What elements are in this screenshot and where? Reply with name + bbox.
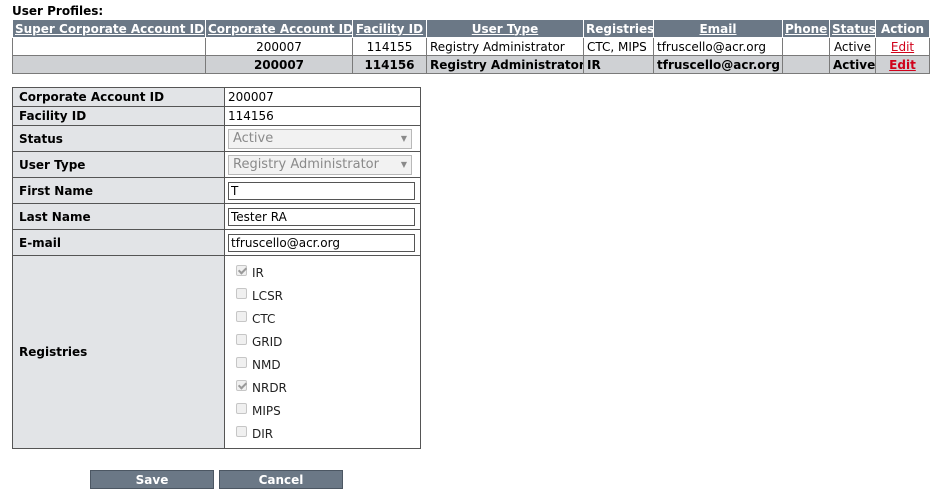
header-corporate-account-id[interactable]: Corporate Account ID xyxy=(205,19,353,38)
registry-option-ir: IR xyxy=(236,261,417,284)
registry-checkbox-ir[interactable] xyxy=(236,264,247,276)
cell-status: Active xyxy=(829,55,876,74)
cell-phone xyxy=(782,55,830,74)
header-registries: Registries xyxy=(583,19,654,38)
registry-label: DIR xyxy=(252,426,274,441)
edit-link[interactable]: Edit xyxy=(889,58,916,72)
registry-label: IR xyxy=(252,265,264,280)
corp-id-value: 200007 xyxy=(224,87,421,107)
header-super-corporate-account-id[interactable]: Super Corporate Account ID xyxy=(12,19,206,38)
header-facility-id[interactable]: Facility ID xyxy=(352,19,427,38)
cell-user-type: Registry Administrator xyxy=(426,37,584,56)
email-input[interactable] xyxy=(228,233,415,252)
cell-corp-id: 200007 xyxy=(205,37,353,56)
cell-action: Edit xyxy=(875,55,930,74)
chevron-down-icon: ▼ xyxy=(400,134,407,143)
registry-checkbox-nrdr[interactable] xyxy=(236,379,247,391)
registry-label: LCSR xyxy=(252,288,284,303)
corp-id-label: Corporate Account ID xyxy=(12,87,225,107)
first-name-input[interactable] xyxy=(228,181,415,200)
user-profiles-table: Super Corporate Account ID Corporate Acc… xyxy=(12,19,930,74)
cell-super-corp-id xyxy=(12,55,206,74)
status-select-value: Active xyxy=(233,131,274,146)
facility-id-value: 114156 xyxy=(224,106,421,126)
table-row-selected: 200007 114156 Registry Administrator IR … xyxy=(12,55,930,74)
facility-id-label: Facility ID xyxy=(12,106,225,126)
header-action: Action xyxy=(875,19,930,38)
header-status[interactable]: Status xyxy=(829,19,876,38)
registry-checkbox-ctc[interactable] xyxy=(236,310,247,322)
section-title: User Profiles: xyxy=(12,4,104,18)
user-type-select[interactable]: Registry Administrator ▼ xyxy=(228,154,412,175)
first-name-label: First Name xyxy=(12,177,225,204)
registry-label: NMD xyxy=(252,357,281,372)
chevron-down-icon: ▼ xyxy=(400,160,407,169)
first-name-cell xyxy=(224,177,421,204)
cell-phone xyxy=(782,37,830,56)
user-type-label: User Type xyxy=(12,151,225,178)
cell-super-corp-id xyxy=(12,37,206,56)
registry-checkbox-mips[interactable] xyxy=(236,402,247,414)
cell-user-type: Registry Administrator xyxy=(426,55,584,74)
last-name-cell xyxy=(224,203,421,230)
registry-label: CTC xyxy=(252,311,276,326)
cell-registries: IR xyxy=(583,55,654,74)
registry-option-dir: DIR xyxy=(236,422,417,445)
last-name-input[interactable] xyxy=(228,207,415,226)
status-label: Status xyxy=(12,125,225,152)
user-type-cell: Registry Administrator ▼ xyxy=(224,151,421,178)
registry-option-mips: MIPS xyxy=(236,399,417,422)
registry-option-ctc: CTC xyxy=(236,307,417,330)
cell-facility-id: 114155 xyxy=(352,37,427,56)
save-button[interactable]: Save xyxy=(90,470,214,489)
cell-email: tfruscello@acr.org xyxy=(653,55,783,74)
cell-facility-id: 114156 xyxy=(352,55,427,74)
status-select[interactable]: Active ▼ xyxy=(228,128,412,149)
table-header-row: Super Corporate Account ID Corporate Acc… xyxy=(12,19,930,38)
cancel-button[interactable]: Cancel xyxy=(219,470,343,489)
table-row: 200007 114155 Registry Administrator CTC… xyxy=(12,37,930,56)
header-email[interactable]: Email xyxy=(653,19,783,38)
email-label: E-mail xyxy=(12,229,225,256)
last-name-label: Last Name xyxy=(12,203,225,230)
registry-checkbox-dir[interactable] xyxy=(236,425,247,437)
registry-checkbox-lcsr[interactable] xyxy=(236,287,247,299)
registry-option-grid: GRID xyxy=(236,330,417,353)
status-cell: Active ▼ xyxy=(224,125,421,152)
registry-label: MIPS xyxy=(252,403,281,418)
registries-checkbox-list: IR LCSR CTC GRID NMD NRDR MIPS DIR xyxy=(228,256,417,448)
cell-status: Active xyxy=(829,37,876,56)
cell-corp-id: 200007 xyxy=(205,55,353,74)
email-cell xyxy=(224,229,421,256)
registries-label: Registries xyxy=(12,255,225,449)
profile-detail-form: Corporate Account ID 200007 Facility ID … xyxy=(12,87,421,449)
header-user-type[interactable]: User Type xyxy=(426,19,584,38)
registry-label: NRDR xyxy=(252,380,287,395)
header-phone[interactable]: Phone xyxy=(782,19,830,38)
registry-option-nmd: NMD xyxy=(236,353,417,376)
cell-action: Edit xyxy=(875,37,930,56)
registry-checkbox-grid[interactable] xyxy=(236,333,247,345)
registry-label: GRID xyxy=(252,334,283,349)
cell-registries: CTC, MIPS xyxy=(583,37,654,56)
cell-email: tfruscello@acr.org xyxy=(653,37,783,56)
registry-option-nrdr: NRDR xyxy=(236,376,417,399)
registries-cell: IR LCSR CTC GRID NMD NRDR MIPS DIR xyxy=(224,255,421,449)
user-type-select-value: Registry Administrator xyxy=(233,157,379,172)
registry-checkbox-nmd[interactable] xyxy=(236,356,247,368)
registry-option-lcsr: LCSR xyxy=(236,284,417,307)
edit-link[interactable]: Edit xyxy=(891,40,914,54)
